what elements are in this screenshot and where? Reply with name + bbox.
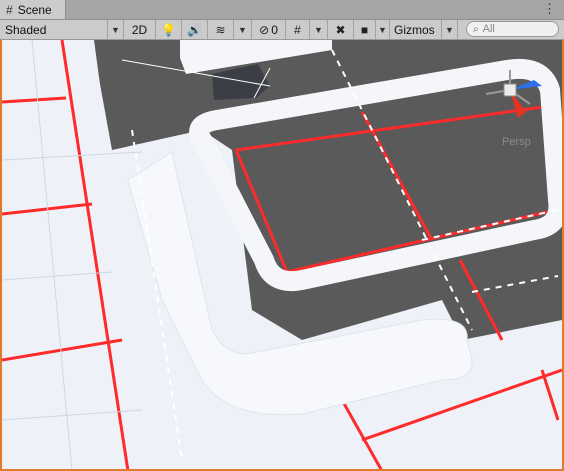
- eye-slash-icon: ⊘: [259, 22, 270, 37]
- perspective-label[interactable]: Persp: [502, 136, 531, 148]
- tab-scene-label: Scene: [17, 2, 52, 17]
- grid-chevron-icon[interactable]: ▼: [310, 20, 328, 39]
- wrench-icon: ✖: [335, 22, 346, 37]
- search-placeholder: All: [482, 23, 495, 35]
- window-menu-icon[interactable]: ⋮: [543, 1, 556, 17]
- gizmos-label: Gizmos: [394, 22, 435, 37]
- layers-icon: ≋: [215, 22, 226, 37]
- tab-scene[interactable]: # Scene: [0, 0, 66, 19]
- hidden-count: 0: [271, 22, 278, 37]
- shading-mode-chevron-icon[interactable]: ▼: [108, 20, 124, 39]
- search-input[interactable]: ⌕ All: [466, 21, 559, 37]
- shading-mode-label: Shaded: [5, 22, 47, 37]
- tab-bar: # Scene ⋮: [0, 0, 564, 20]
- grid-toggle-button[interactable]: #: [286, 20, 310, 39]
- lighting-toggle-button[interactable]: 💡: [156, 20, 182, 39]
- toggle-2d-button[interactable]: 2D: [124, 20, 156, 39]
- lightbulb-icon: 💡: [161, 22, 176, 37]
- search-icon: ⌕: [473, 23, 479, 35]
- scene-visibility-button[interactable]: ⊘ 0: [252, 20, 286, 39]
- effects-chevron-icon[interactable]: ▼: [234, 20, 252, 39]
- scene-viewport[interactable]: Persp: [0, 40, 564, 471]
- scene-window: # Scene ⋮ Shaded ▼ 2D 💡 🔊 ≋ ▼ ⊘ 0 # ▼ ✖ …: [0, 0, 564, 471]
- scene-canvas[interactable]: [2, 40, 562, 471]
- grid-snap-icon: #: [294, 22, 301, 37]
- tools-button[interactable]: ✖: [328, 20, 354, 39]
- gizmos-button[interactable]: Gizmos: [390, 20, 442, 39]
- camera-icon: ■: [360, 22, 369, 37]
- shading-mode-dropdown[interactable]: Shaded: [0, 20, 108, 39]
- grid-icon: #: [6, 2, 13, 17]
- speaker-icon: 🔊: [187, 22, 202, 37]
- audio-toggle-button[interactable]: 🔊: [182, 20, 208, 39]
- camera-settings-button[interactable]: ■: [354, 20, 376, 39]
- toggle-2d-label: 2D: [131, 22, 148, 37]
- camera-chevron-icon[interactable]: ▼: [376, 20, 390, 39]
- gizmos-chevron-icon[interactable]: ▼: [442, 20, 458, 39]
- effects-toggle-button[interactable]: ≋: [208, 20, 234, 39]
